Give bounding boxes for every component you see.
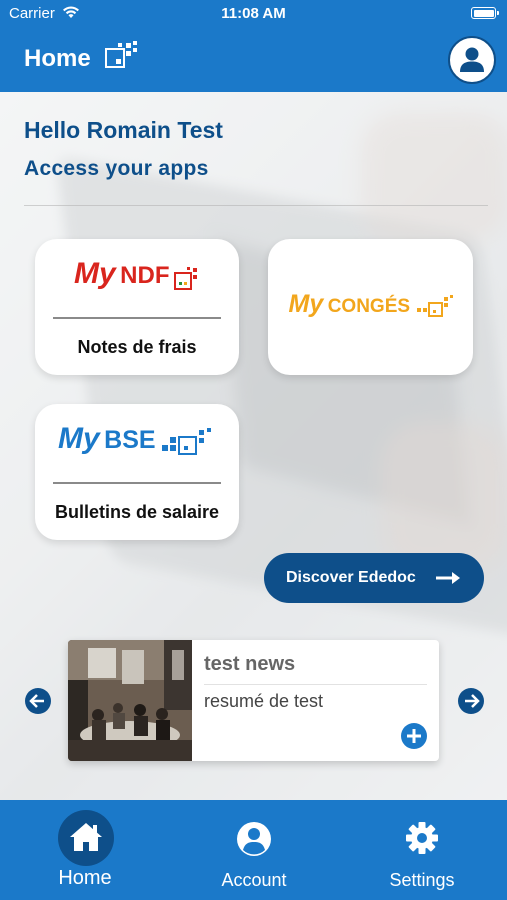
tab-home-label: Home (58, 867, 112, 889)
arrow-left-icon (29, 694, 44, 708)
profile-avatar-button[interactable] (448, 36, 496, 84)
news-title: test news (204, 653, 296, 675)
tab-settings-label: Settings (389, 870, 455, 890)
ndf-label: Notes de frais (77, 337, 197, 357)
app-tile-ndf[interactable]: My NDF Notes de frais (35, 239, 239, 375)
bse-label: Bulletins de salaire (54, 502, 220, 522)
bse-logo: My BSE (35, 422, 239, 461)
gear-icon (406, 822, 438, 854)
tab-settings[interactable]: Settings (362, 800, 482, 900)
page-title: Home (24, 45, 91, 72)
greeting-text: Hello Romain Test (24, 117, 223, 143)
news-divider (204, 684, 427, 685)
tile-divider (53, 317, 221, 319)
news-card[interactable]: test news resumé de test (68, 640, 439, 761)
tab-bar: Home Account Settings (0, 800, 507, 900)
tile-divider (53, 482, 221, 484)
battery-icon (471, 7, 499, 19)
ndf-logo-icon (173, 266, 197, 290)
discover-ededoc-button[interactable]: Discover Ededoc (264, 553, 484, 603)
news-next-button[interactable] (458, 688, 484, 714)
active-tab-indicator (58, 810, 114, 866)
news-prev-button[interactable] (25, 688, 51, 714)
news-more-button[interactable] (401, 723, 427, 749)
tab-account[interactable]: Account (194, 800, 314, 900)
tab-home[interactable]: Home (25, 800, 145, 900)
bse-logo-icon (162, 427, 211, 455)
tab-account-label: Account (221, 870, 287, 890)
news-photo (68, 640, 192, 761)
arrow-right-icon (436, 572, 460, 584)
apps-subheading: Access your apps (24, 157, 209, 180)
user-icon (460, 47, 484, 72)
discover-label: Discover Ededoc (286, 569, 416, 586)
ededoc-logo-icon (105, 41, 137, 68)
plus-icon (407, 729, 421, 743)
account-icon (237, 822, 271, 856)
conges-logo-icon (416, 294, 453, 317)
app-tile-conges[interactable]: My CONGÉS (268, 239, 473, 375)
divider (24, 205, 488, 206)
ndf-logo: My NDF (35, 257, 239, 293)
news-summary: resumé de test (204, 691, 324, 711)
clock: 11:08 AM (221, 5, 286, 22)
app-tile-bse[interactable]: My BSE Bulletins de salaire (35, 404, 239, 540)
arrow-right-icon (465, 694, 480, 708)
home-icon (70, 823, 102, 851)
status-bar: Carrier 11:08 AM (0, 0, 507, 28)
app-header: Home (0, 28, 507, 92)
conges-logo: My CONGÉS (268, 290, 473, 321)
